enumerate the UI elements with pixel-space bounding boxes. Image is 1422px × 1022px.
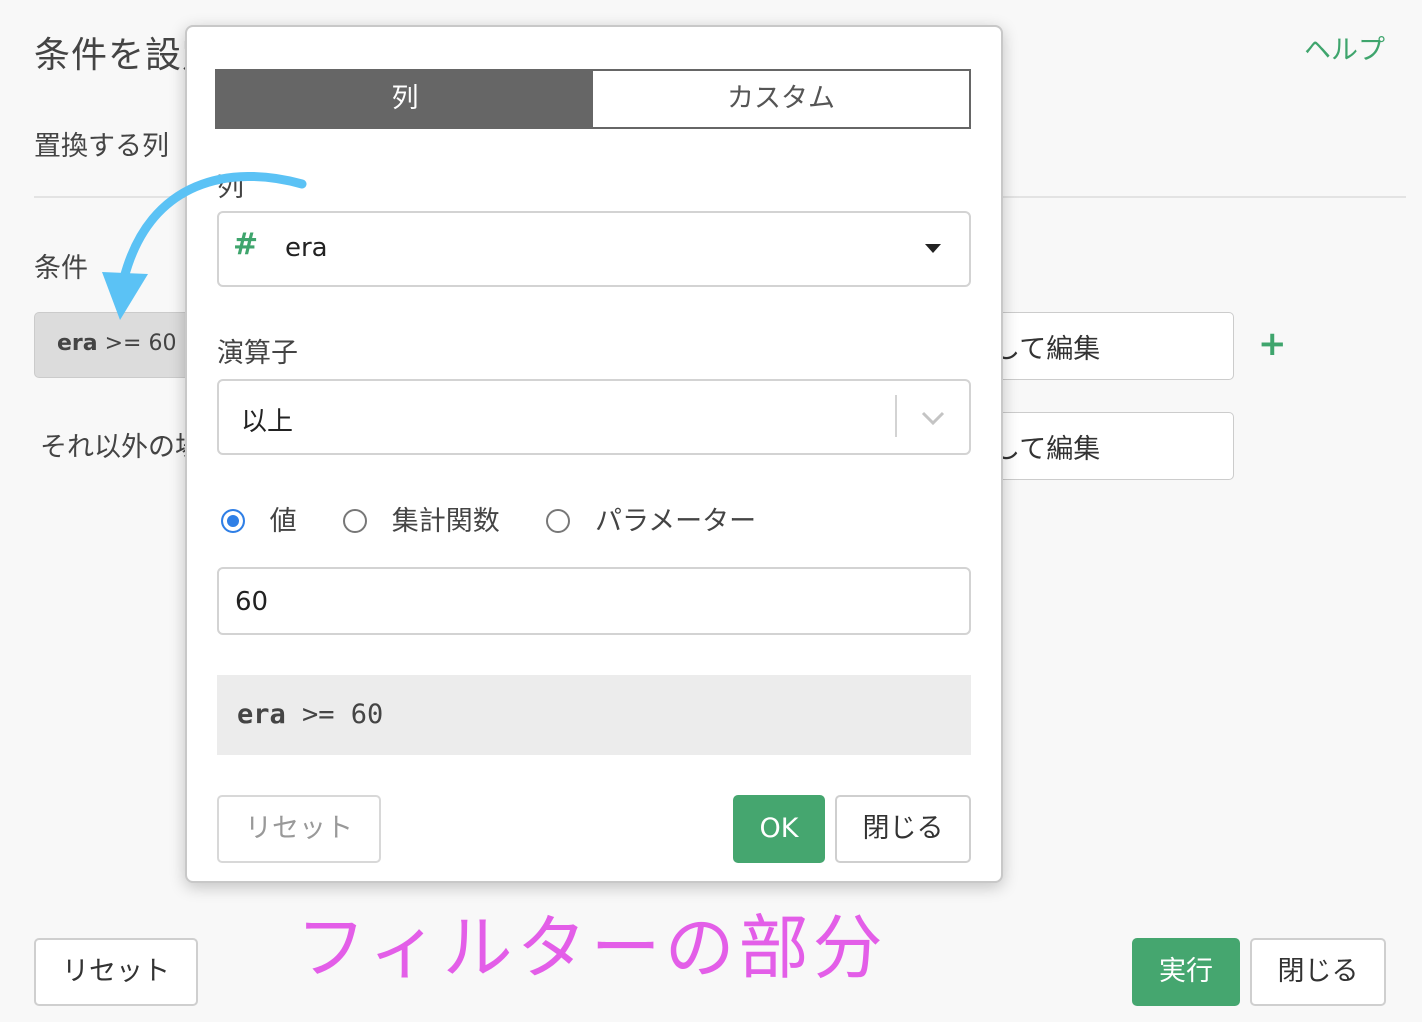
replace-column-label: 置換する列 [34, 131, 169, 162]
add-condition-button[interactable]: + [1258, 324, 1287, 364]
chevron-down-icon [921, 411, 945, 426]
operator-select[interactable]: 以上 [217, 379, 971, 455]
expression-preview: era >= 60 [217, 675, 971, 755]
value-input[interactable]: 60 [217, 567, 971, 635]
annotation-arrow-icon [102, 171, 307, 320]
popover-reset-button[interactable]: リセット [217, 795, 381, 863]
annotation-caption: フィルターの部分 [296, 907, 887, 989]
radio-aggregate[interactable] [343, 509, 368, 533]
close-button[interactable]: 閉じる [1250, 938, 1386, 1006]
preview-expression: >= 60 [285, 699, 384, 730]
edit-else-value-button[interactable]: して編集 [970, 412, 1234, 480]
tab-column[interactable]: 列 [217, 71, 593, 127]
condition-label: 条件 [34, 253, 88, 284]
operator-select-value: 以上 [241, 407, 294, 437]
reset-button[interactable]: リセット [34, 938, 198, 1006]
condition-chip-column: era [57, 331, 98, 356]
radio-parameter[interactable] [546, 509, 571, 533]
radio-value-label: 値 [269, 506, 297, 537]
edit-value-button[interactable]: して編集 [970, 312, 1234, 380]
radio-aggregate-label: 集計関数 [391, 506, 500, 537]
column-select[interactable]: # era [217, 211, 971, 287]
preview-column: era [237, 699, 286, 730]
popover-close-button[interactable]: 閉じる [835, 795, 971, 863]
select-separator [895, 395, 897, 437]
operator-label: 演算子 [217, 338, 298, 369]
ok-button[interactable]: OK [733, 795, 825, 863]
run-button[interactable]: 実行 [1132, 938, 1240, 1006]
caret-down-icon [925, 244, 941, 253]
tab-custom[interactable]: カスタム [593, 71, 969, 127]
help-link[interactable]: ヘルプ [1304, 28, 1385, 67]
value-type-radios: 値 集計関数 パラメーター [221, 499, 756, 538]
mode-tabs: 列 カスタム [215, 69, 971, 129]
condition-chip-expression: >= 60 [97, 331, 177, 356]
filter-popover: 列 カスタム 列 # era 演算子 以上 値 集計関数 パラメーター 60 e… [185, 25, 1003, 883]
radio-parameter-label: パラメーター [594, 506, 757, 537]
value-input-text: 60 [235, 587, 269, 617]
radio-value[interactable] [221, 509, 245, 533]
